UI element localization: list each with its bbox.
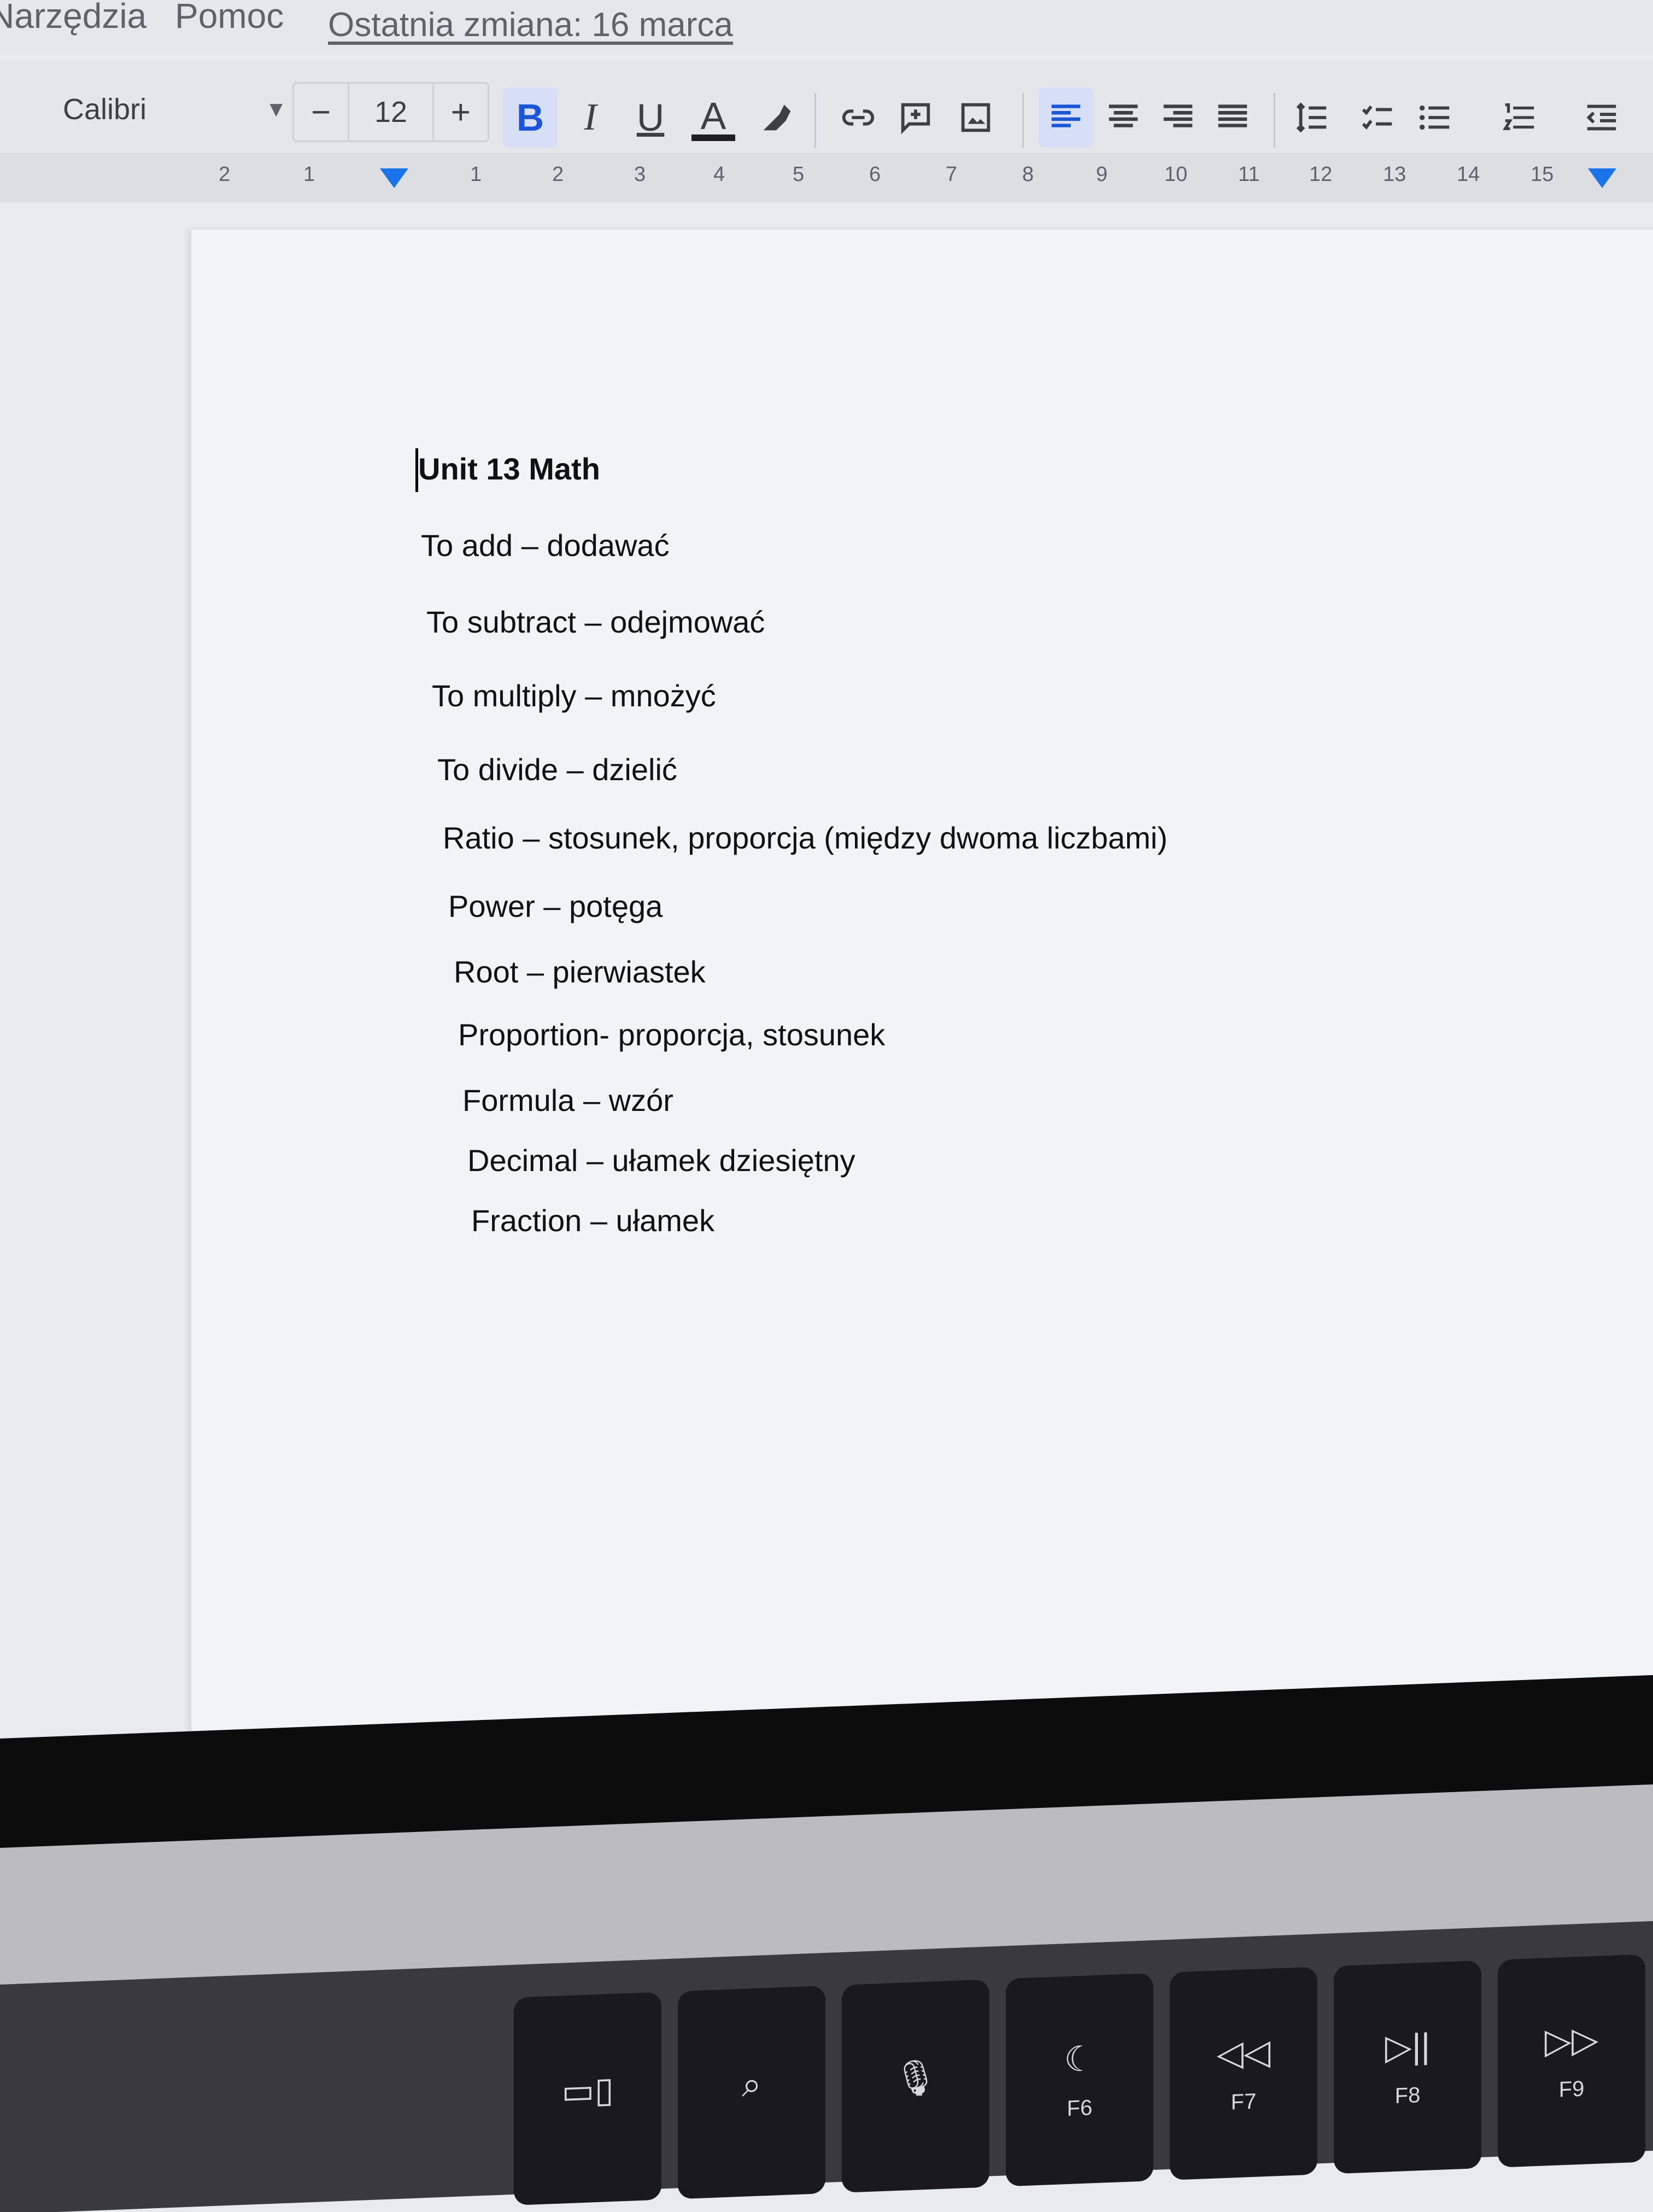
decrease-indent-icon[interactable] (1574, 87, 1629, 148)
bold-button[interactable]: B (503, 87, 558, 148)
doc-line: Root – pierwiastek (454, 955, 706, 989)
search-icon: ⌕ (742, 2063, 761, 2104)
last-edit-link[interactable]: Ostatnia zmiana: 16 marca (328, 5, 733, 44)
decrease-font-size-button[interactable]: − (294, 84, 348, 141)
italic-button[interactable]: I (563, 87, 618, 148)
microphone-icon: 🎙 (893, 2057, 938, 2098)
doc-line: Fraction – ułamek (471, 1203, 715, 1238)
checklist-icon[interactable] (1350, 87, 1405, 148)
text-color-swatch (691, 134, 735, 141)
key-label: F6 (1066, 2096, 1093, 2121)
ruler-number: 5 (793, 163, 805, 186)
doc-title: Unit 13 Math (418, 452, 600, 486)
doc-line: Proportion- proporcja, stosunek (458, 1017, 886, 1052)
underline-button[interactable]: U (623, 87, 678, 148)
rewind-icon: ◁◁ (1216, 2032, 1271, 2074)
mic-key[interactable]: 🎙 (842, 1979, 989, 2193)
font-name: Calibri (63, 93, 147, 126)
align-center-icon[interactable] (1096, 87, 1151, 148)
doc-line: To subtract – odejmować (426, 605, 765, 639)
overview-key[interactable]: ▭▯ (514, 1992, 661, 2205)
doc-line: To multiply – mnożyć (432, 678, 716, 713)
f7-key[interactable]: ◁◁ F7 (1170, 1967, 1317, 2180)
toolbar-divider (1022, 93, 1024, 148)
f8-key[interactable]: ▷|| F8 (1334, 1960, 1481, 2174)
play-pause-icon: ▷|| (1385, 2026, 1431, 2067)
ruler-number: 8 (1022, 163, 1034, 186)
ruler-number: 6 (869, 163, 881, 186)
menu-help[interactable]: Pomoc (175, 0, 284, 36)
text-color-label: A (700, 95, 726, 137)
menu-bar: Narzędzia Pomoc Ostatnia zmiana: 16 marc… (0, 0, 1653, 55)
indent-marker[interactable] (380, 168, 408, 188)
key-label: F9 (1558, 2076, 1585, 2102)
ruler-number: 1 (470, 163, 482, 186)
fast-forward-icon: ▷▷ (1544, 2019, 1599, 2061)
menu-tools[interactable]: Narzędzia (0, 0, 146, 36)
font-size-control: − 12 + (292, 82, 489, 142)
toolbar-divider (1274, 93, 1275, 148)
doc-line: Power – potęga (448, 889, 663, 923)
ruler-number: 10 (1164, 163, 1188, 186)
numbered-list-icon[interactable] (1492, 87, 1547, 148)
ruler-number: 14 (1457, 163, 1480, 186)
ruler-number: 7 (946, 163, 958, 186)
ruler-number: 12 (1309, 163, 1333, 186)
toolbar-divider (814, 93, 816, 148)
font-size-input[interactable]: 12 (348, 84, 434, 141)
doc-line: Ratio – stosunek, proporcja (między dwom… (443, 821, 1168, 855)
image-icon[interactable] (948, 87, 1003, 148)
font-selector[interactable]: Calibri ▼ (63, 82, 287, 137)
align-left-icon[interactable] (1039, 87, 1093, 148)
ruler-number: 2 (552, 163, 564, 186)
line-spacing-icon[interactable] (1285, 87, 1339, 148)
f9-key[interactable]: ▷▷ F9 (1498, 1954, 1645, 2168)
moon-icon: ☾ (1064, 2039, 1095, 2080)
bulleted-list-icon[interactable] (1408, 87, 1462, 148)
doc-line: Formula – wzór (462, 1083, 673, 1117)
doc-line: To divide – dzielić (437, 752, 677, 787)
ruler[interactable]: 2 1 1 2 3 4 5 6 7 8 9 10 11 12 13 14 15 (0, 153, 1653, 202)
align-right-icon[interactable] (1151, 87, 1205, 148)
chevron-down-icon: ▼ (265, 97, 287, 121)
ruler-number: 3 (634, 163, 646, 186)
text-color-button[interactable]: A (686, 87, 741, 148)
key-label: F7 (1230, 2089, 1257, 2115)
comment-icon[interactable] (888, 87, 943, 148)
key-label: F8 (1394, 2083, 1421, 2108)
doc-line: Decimal – ułamek dziesiętny (467, 1143, 855, 1178)
ruler-number: 1 (303, 163, 315, 186)
ruler-number: 4 (713, 163, 725, 186)
justify-icon[interactable] (1205, 87, 1260, 148)
ruler-number: 15 (1531, 163, 1554, 186)
highlighter-icon[interactable] (749, 87, 804, 148)
ruler-number: 2 (219, 163, 231, 186)
document-page[interactable] (191, 230, 1653, 1837)
link-icon[interactable] (831, 87, 886, 148)
search-key[interactable]: ⌕ (678, 1985, 825, 2199)
increase-font-size-button[interactable]: + (434, 84, 488, 141)
right-indent-marker[interactable] (1588, 168, 1616, 188)
ruler-number: 13 (1383, 163, 1406, 186)
formatting-toolbar: Calibri ▼ − 12 + B I U A (0, 60, 1653, 153)
doc-line: To add – dodawać (421, 528, 670, 563)
ruler-number: 11 (1238, 163, 1260, 186)
ruler-number: 9 (1096, 163, 1108, 186)
f6-key[interactable]: ☾ F6 (1006, 1973, 1153, 2187)
multitask-icon: ▭▯ (561, 2069, 614, 2111)
